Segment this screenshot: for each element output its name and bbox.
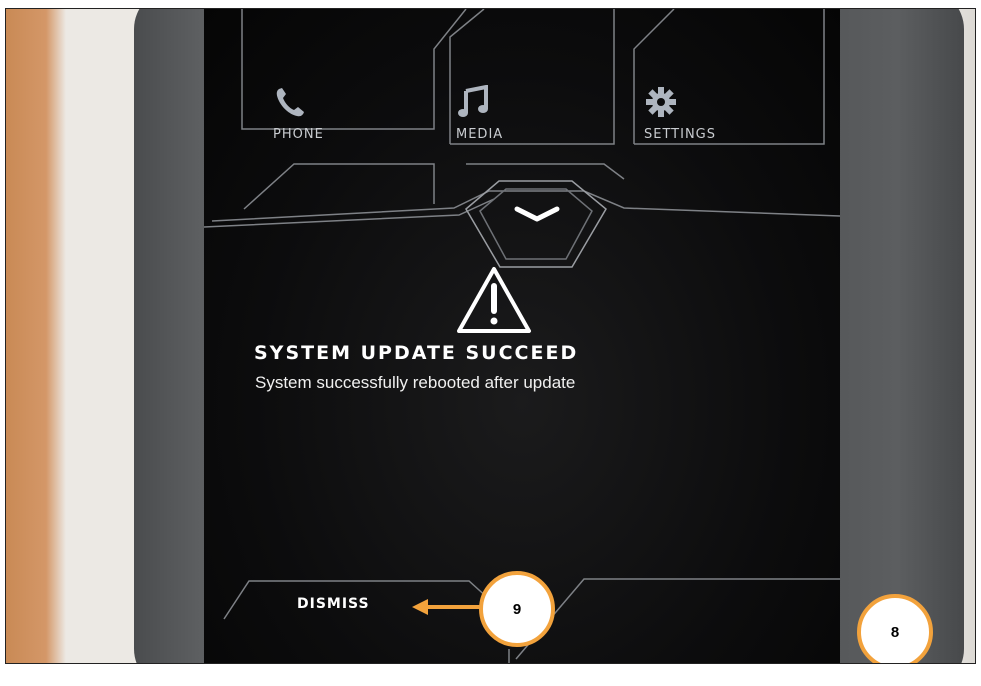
tile-phone[interactable]: PHONE — [273, 85, 324, 142]
callout-arrow — [412, 599, 486, 615]
dismiss-button[interactable]: DISMISS — [297, 596, 370, 612]
chevron-down-icon — [514, 206, 560, 222]
tile-phone-label: PHONE — [273, 127, 324, 142]
alert-title: SYSTEM UPDATE SUCCEED — [254, 342, 579, 364]
tile-settings-label: SETTINGS — [644, 127, 717, 142]
tile-settings[interactable]: SETTINGS — [644, 85, 716, 142]
phone-icon — [276, 88, 304, 117]
warning-triangle-icon — [457, 267, 531, 333]
music-note-icon — [458, 85, 488, 117]
tile-media-label: MEDIA — [456, 127, 504, 142]
tile-media[interactable]: MEDIA — [456, 85, 503, 142]
alert-message: System successfully rebooted after updat… — [255, 373, 576, 392]
photo-frame: PHONE MEDIA SETTINGS SYSTEM UPDATE SUCCE… — [5, 8, 976, 664]
callout-9: 9 — [479, 571, 555, 647]
gear-icon — [646, 87, 676, 117]
infotainment-screen: PHONE MEDIA SETTINGS SYSTEM UPDATE SUCCE… — [204, 9, 840, 663]
callout-8: 8 — [857, 594, 933, 663]
